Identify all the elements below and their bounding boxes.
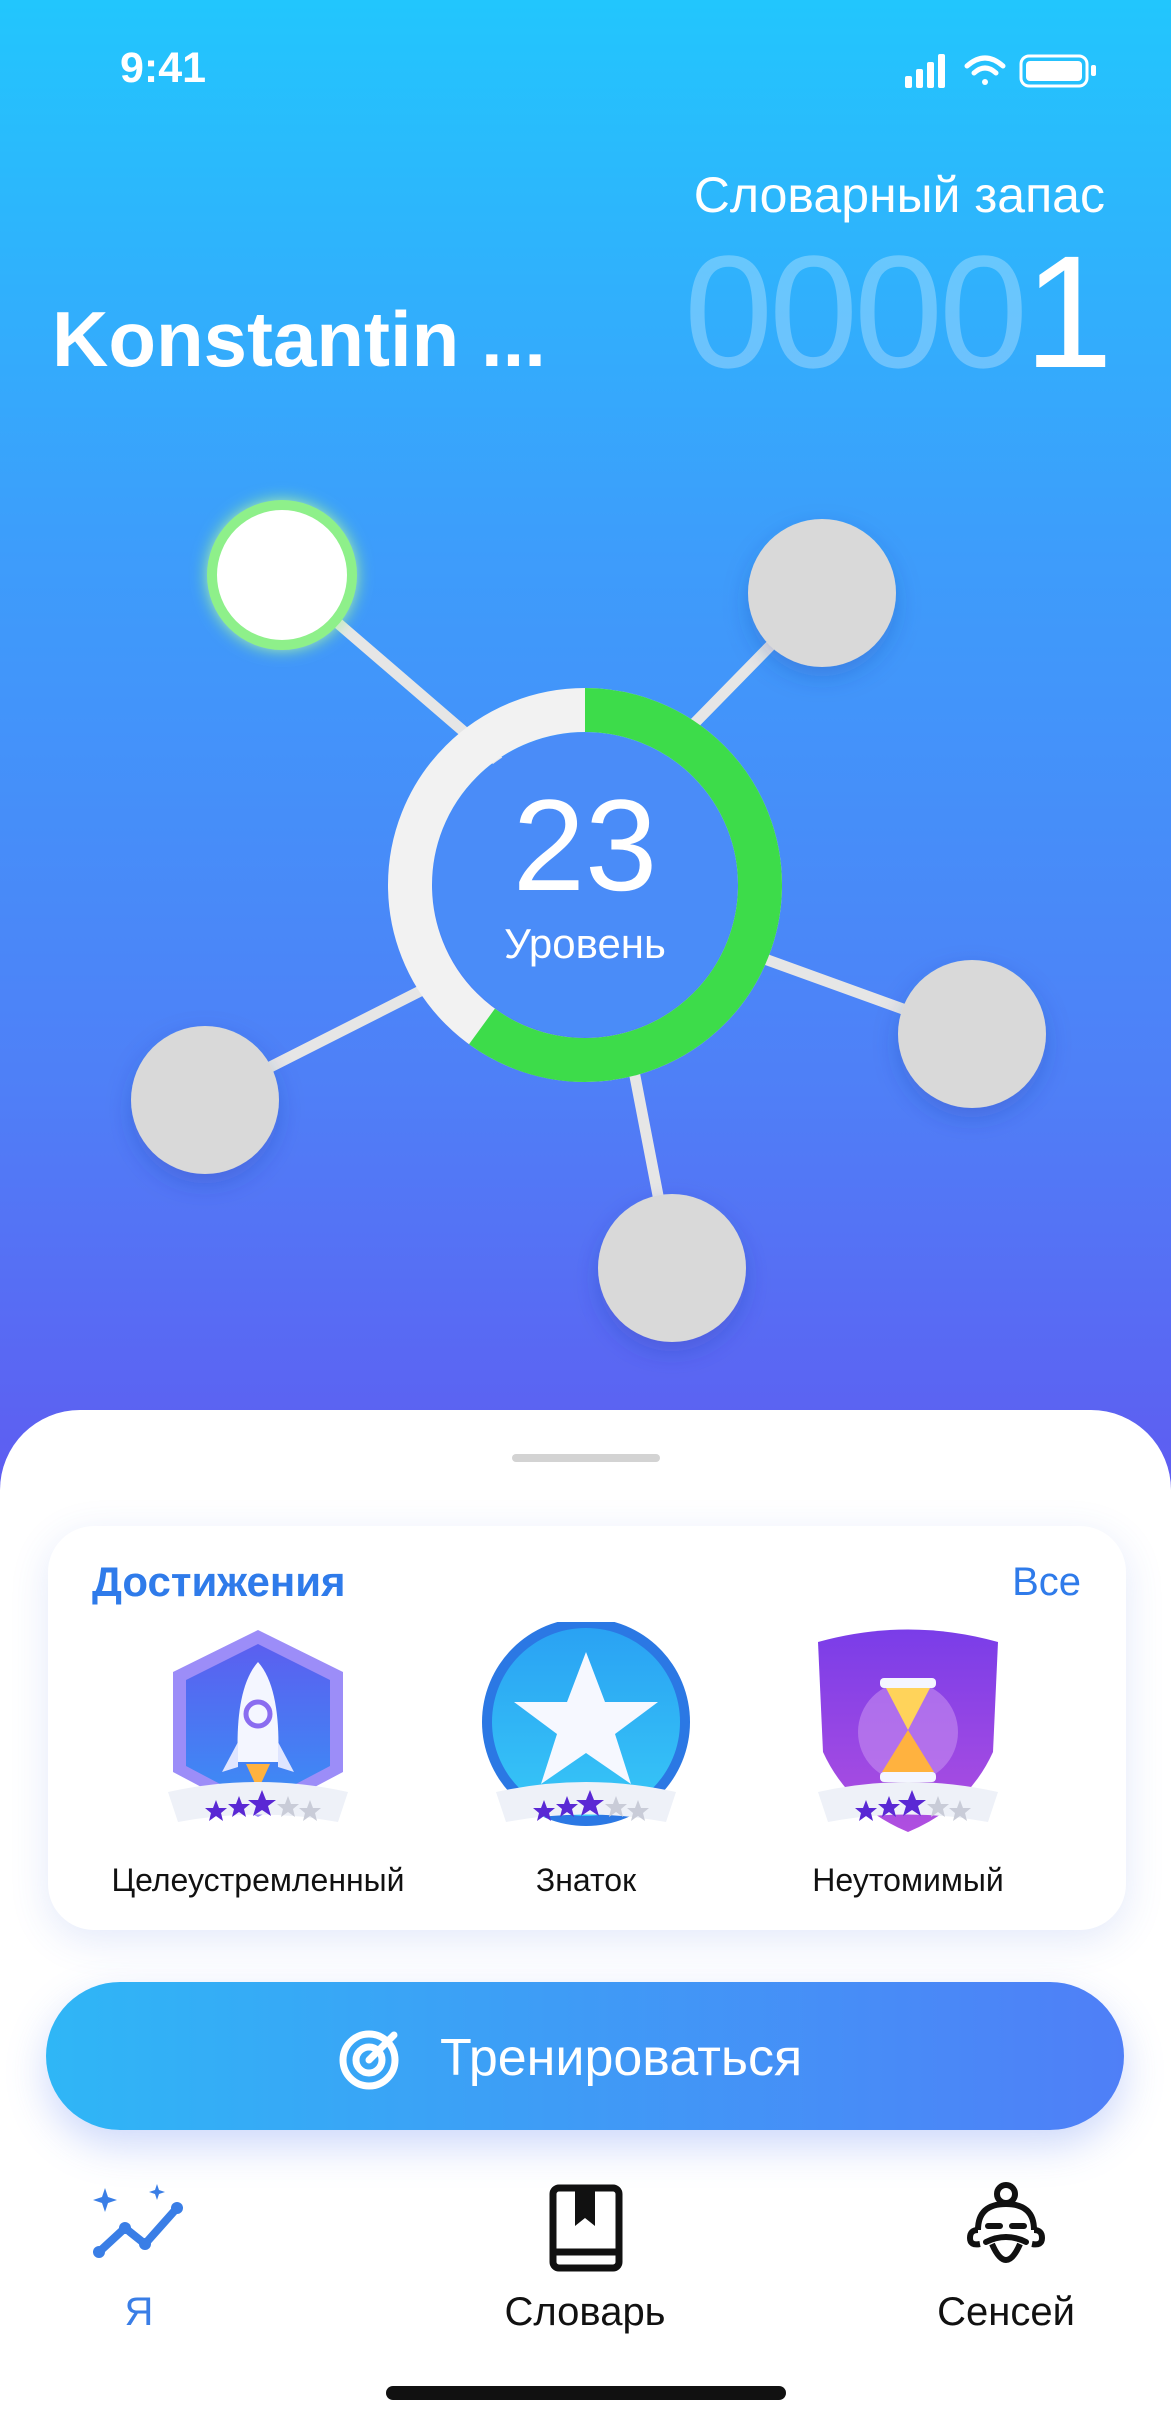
achievement-name: Целеустремленный (111, 1862, 405, 1898)
tab-sensei[interactable]: Сенсей (886, 2180, 1126, 2335)
status-time: 9:41 (120, 44, 207, 92)
tab-label: Сенсей (937, 2290, 1075, 2334)
level-number: 23 (512, 772, 658, 918)
home-indicator[interactable] (386, 2386, 786, 2400)
achievement-node-active (207, 500, 357, 650)
hourglass-badge-icon[interactable] (788, 1622, 1028, 1852)
achievement-name: Знаток (535, 1862, 637, 1898)
vocab-counter-padding: 0000 (684, 222, 1028, 401)
vocab-label: Словарный запас (693, 167, 1105, 223)
signal-icon (905, 54, 945, 88)
vocab-counter: 00001 (684, 232, 1113, 392)
tab-dictionary[interactable]: Словарь (465, 2180, 705, 2335)
achievement-node-locked (748, 519, 896, 667)
battery-icon (1019, 54, 1096, 88)
sheet-grabber[interactable] (512, 1454, 660, 1462)
target-icon (339, 2030, 399, 2090)
wifi-icon (964, 55, 1006, 85)
status-icons (905, 54, 1096, 88)
achievements-title: Достижения (92, 1558, 346, 1605)
level-label: Уровень (504, 920, 666, 967)
stats-sparkle-icon (93, 2184, 183, 2258)
achievement-node-locked (898, 960, 1046, 1108)
achievements-all-link[interactable]: Все (1012, 1560, 1081, 1605)
username: Konstantin ... (52, 295, 546, 383)
sensei-icon (966, 2182, 1046, 2263)
achievement-node-locked (131, 1026, 279, 1174)
train-button-label: Тренироваться (440, 2029, 803, 2087)
tab-label: Я (124, 2290, 154, 2334)
rocket-badge-icon[interactable] (138, 1622, 378, 1852)
achievement-name: Неутомимый (812, 1862, 1004, 1898)
book-icon (549, 2184, 623, 2272)
star-badge-icon[interactable] (466, 1622, 706, 1852)
achievement-node-locked (598, 1194, 746, 1342)
vocab-counter-value: 1 (1024, 222, 1113, 401)
tab-label: Словарь (504, 2290, 666, 2334)
tab-me[interactable]: Я (19, 2180, 259, 2335)
